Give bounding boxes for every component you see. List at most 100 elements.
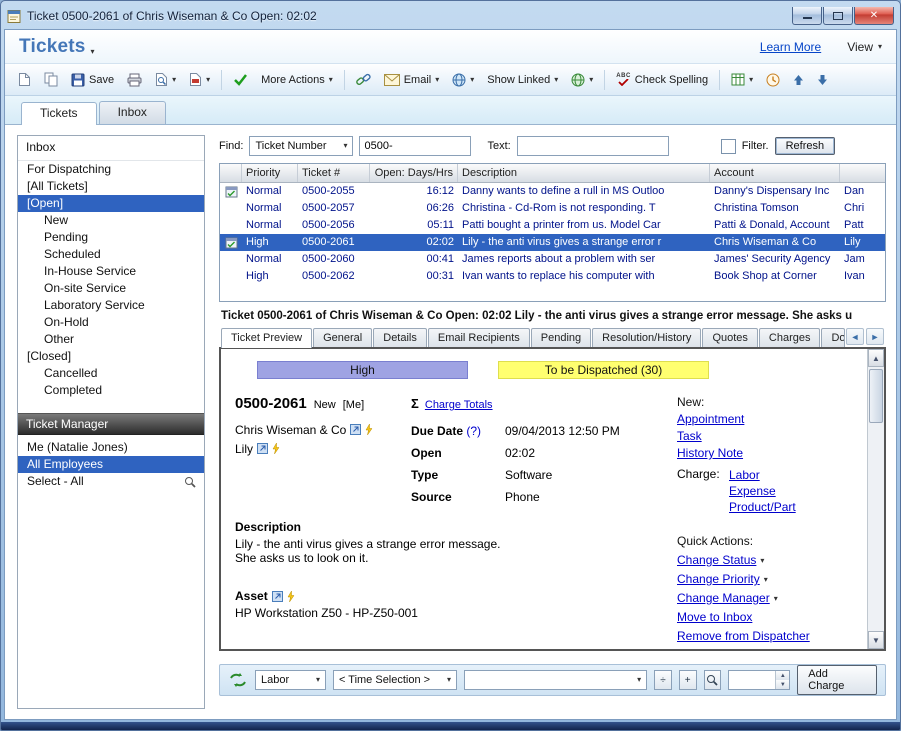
find-value-input[interactable]	[359, 136, 471, 156]
refresh-button[interactable]: Refresh	[775, 137, 836, 155]
sidebar-item-laboratory-service[interactable]: Laboratory Service	[18, 297, 204, 314]
tab-email-recipients[interactable]: Email Recipients	[428, 328, 530, 347]
preview-scrollbar[interactable]: ▲ ▼	[867, 349, 884, 649]
quantity-input[interactable]	[729, 671, 775, 689]
export-pdf-button[interactable]: ▾	[184, 68, 215, 91]
sidebar-item-select-all[interactable]: Select - All	[18, 473, 204, 490]
sidebar-item-all-tickets[interactable]: [All Tickets]	[18, 178, 204, 195]
learn-more-link[interactable]: Learn More	[760, 40, 821, 54]
sidebar-item-in-house-service[interactable]: In-House Service	[18, 263, 204, 280]
header-account[interactable]: Account	[710, 164, 840, 182]
timer-button[interactable]	[761, 69, 785, 91]
change-priority-link[interactable]: Change Priority	[677, 572, 760, 587]
open-contact-icon[interactable]	[257, 443, 268, 454]
minimize-button[interactable]	[792, 7, 822, 25]
sidebar-item-scheduled[interactable]: Scheduled	[18, 246, 204, 263]
table-row[interactable]: Normal 0500-2060 00:41 James reports abo…	[220, 251, 885, 268]
header-description[interactable]: Description	[458, 164, 710, 182]
tab-tickets[interactable]: Tickets	[21, 102, 97, 125]
add-item-button[interactable]: +	[679, 670, 697, 690]
maximize-button[interactable]	[823, 7, 853, 25]
text-search-input[interactable]	[517, 136, 669, 156]
sidebar-item-new[interactable]: New	[18, 212, 204, 229]
scrollbar-thumb[interactable]	[869, 369, 883, 423]
table-row-selected[interactable]: High 0500-2061 02:02 Lily - the anti vir…	[220, 234, 885, 251]
tab-scroll-right-icon[interactable]: ►	[866, 328, 884, 345]
sidebar-item-cancelled[interactable]: Cancelled	[18, 365, 204, 382]
spin-down-icon[interactable]: ▼	[776, 680, 789, 689]
charge-product-part-link[interactable]: Product/Part	[729, 500, 796, 515]
table-row[interactable]: High 0500-2062 00:31 Ivan wants to repla…	[220, 268, 885, 285]
link-button[interactable]	[351, 69, 376, 91]
header-contact[interactable]	[840, 164, 885, 182]
tab-charges[interactable]: Charges	[759, 328, 821, 347]
table-row[interactable]: Normal 0500-2056 05:11 Patti bought a pr…	[220, 217, 885, 234]
remove-from-dispatcher-link[interactable]: Remove from Dispatcher	[677, 629, 810, 644]
charge-labor-link[interactable]: Labor	[729, 468, 760, 483]
due-date-help-link[interactable]: (?)	[466, 424, 481, 438]
filter-checkbox[interactable]	[721, 139, 736, 154]
sidebar-item-for-dispatching[interactable]: For Dispatching	[18, 161, 204, 178]
sidebar-item-on-hold[interactable]: On-Hold	[18, 314, 204, 331]
add-charge-button[interactable]: Add Charge	[797, 665, 877, 695]
quantity-stepper[interactable]: ▲ ▼	[728, 670, 790, 690]
show-linked-button[interactable]: Show Linked ▾	[482, 70, 563, 90]
sidebar-item-on-site-service[interactable]: On-site Service	[18, 280, 204, 297]
browse-button[interactable]: ▾	[566, 69, 598, 91]
view-menu-button[interactable]: View ▾	[847, 40, 882, 54]
email-button[interactable]: Email ▾	[379, 70, 445, 90]
web-button[interactable]: ▾	[447, 69, 479, 91]
complete-button[interactable]	[228, 69, 253, 90]
sidebar-item-me[interactable]: Me (Natalie Jones)	[18, 439, 204, 456]
sidebar-item-open[interactable]: [Open]	[18, 195, 204, 212]
new-history-note-link[interactable]: History Note	[677, 446, 743, 461]
asset-quick-action-icon[interactable]	[287, 591, 295, 602]
tab-resolution-history[interactable]: Resolution/History	[592, 328, 701, 347]
account-quick-action-icon[interactable]	[365, 424, 373, 435]
tab-scroll-left-icon[interactable]: ◄	[846, 328, 864, 345]
sidebar-item-other[interactable]: Other	[18, 331, 204, 348]
tab-pending[interactable]: Pending	[531, 328, 591, 347]
sidebar-item-all-employees[interactable]: All Employees	[18, 456, 204, 473]
table-row[interactable]: Normal 0500-2055 16:12 Danny wants to de…	[220, 183, 885, 200]
more-actions-button[interactable]: More Actions ▾	[256, 70, 338, 90]
page-title-caret-icon[interactable]: ▾	[91, 48, 95, 56]
table-row[interactable]: Normal 0500-2057 06:26 Christina - Cd-Ro…	[220, 200, 885, 217]
copy-button[interactable]	[39, 68, 63, 91]
export-grid-button[interactable]: ▾	[726, 69, 758, 90]
tab-details[interactable]: Details	[373, 328, 427, 347]
tab-general[interactable]: General	[313, 328, 372, 347]
open-asset-icon[interactable]	[272, 591, 283, 602]
move-to-inbox-link[interactable]: Move to Inbox	[677, 610, 752, 625]
charge-type-select[interactable]: Labor ▾	[255, 670, 326, 690]
next-record-button[interactable]	[812, 70, 833, 90]
tab-docs[interactable]: Doc	[821, 328, 845, 347]
print-button[interactable]	[122, 69, 147, 91]
new-appointment-link[interactable]: Appointment	[677, 412, 744, 427]
scroll-up-icon[interactable]: ▲	[868, 349, 884, 367]
change-manager-link[interactable]: Change Manager	[677, 591, 770, 606]
sidebar-item-closed[interactable]: [Closed]	[18, 348, 204, 365]
tab-ticket-preview[interactable]: Ticket Preview	[221, 328, 312, 348]
spin-up-icon[interactable]: ▲	[776, 671, 789, 680]
new-document-button[interactable]	[13, 68, 36, 91]
charge-totals-link[interactable]: Charge Totals	[425, 399, 493, 411]
scrollbar-track[interactable]	[868, 367, 884, 631]
print-preview-button[interactable]: ▾	[150, 68, 181, 91]
contact-quick-action-icon[interactable]	[272, 443, 280, 454]
sidebar-item-pending[interactable]: Pending	[18, 229, 204, 246]
new-task-link[interactable]: Task	[677, 429, 702, 444]
header-open[interactable]: Open: Days/Hrs	[370, 164, 458, 182]
sidebar-item-completed[interactable]: Completed	[18, 382, 204, 399]
open-account-icon[interactable]	[350, 424, 361, 435]
item-combobox[interactable]: ▾	[464, 670, 647, 690]
close-button[interactable]: ✕	[854, 7, 894, 25]
header-icon-column[interactable]	[220, 164, 242, 182]
header-ticket[interactable]: Ticket #	[298, 164, 370, 182]
time-selection-select[interactable]: < Time Selection > ▾	[333, 670, 457, 690]
change-status-link[interactable]: Change Status	[677, 553, 756, 568]
scroll-down-icon[interactable]: ▼	[868, 631, 884, 649]
find-field-select[interactable]: Ticket Number ▾	[249, 136, 353, 156]
tab-inbox[interactable]: Inbox	[99, 101, 166, 124]
previous-record-button[interactable]	[788, 70, 809, 90]
